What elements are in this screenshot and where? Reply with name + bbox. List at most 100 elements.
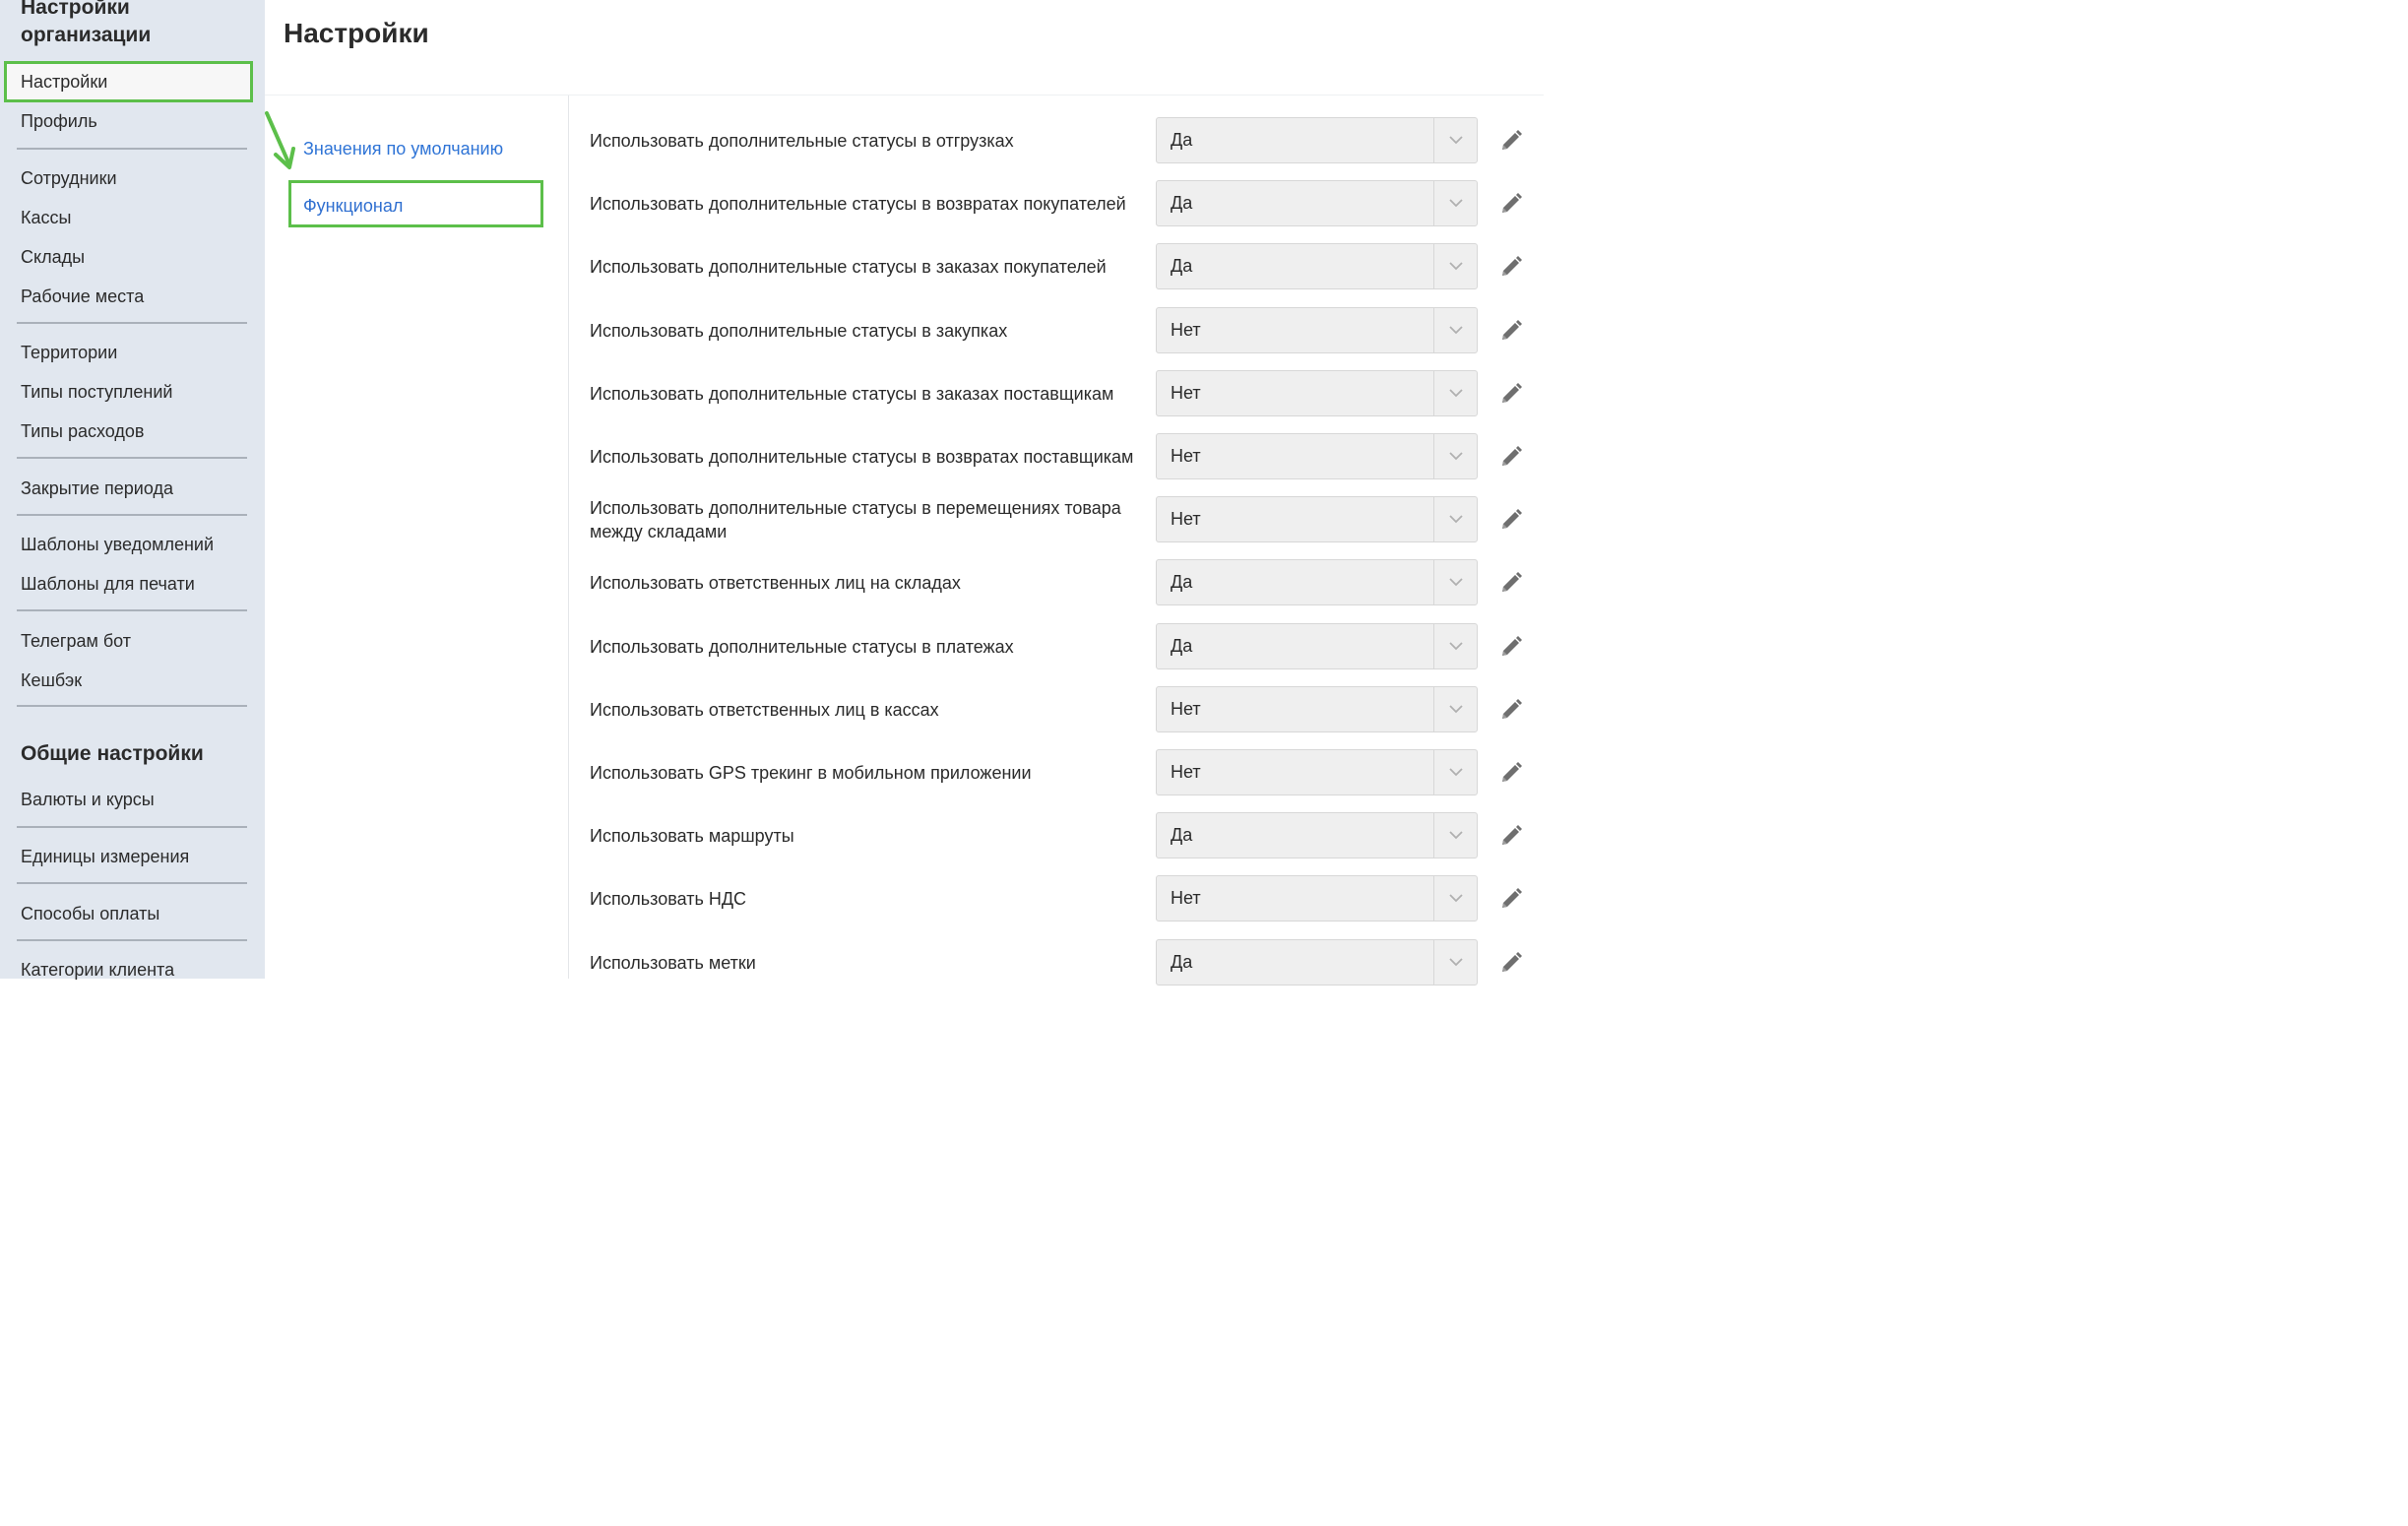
setting-select[interactable]: Да [1156, 938, 1478, 986]
pencil-icon[interactable] [1498, 697, 1524, 723]
setting-row: Использовать метки Да [569, 931, 1544, 994]
sidebar-item-units[interactable]: Единицы измерения [21, 846, 189, 867]
setting-select-value: Да [1171, 193, 1193, 214]
sidebar-item-telegram-bot[interactable]: Телеграм бот [21, 630, 131, 652]
sidebar-item-client-categories[interactable]: Категории клиента [21, 959, 174, 981]
setting-select[interactable]: Нет [1156, 306, 1478, 353]
setting-row: Использовать дополнительные статусы в за… [569, 362, 1544, 425]
sidebar-divider [17, 148, 247, 150]
setting-row: Использовать маршруты Да [569, 804, 1544, 867]
sidebar-item-territories[interactable]: Территории [21, 342, 117, 363]
pencil-icon[interactable] [1498, 570, 1524, 596]
pencil-icon[interactable] [1498, 507, 1524, 533]
select-separator [1433, 118, 1434, 162]
sidebar-divider [17, 882, 247, 884]
setting-label: Использовать дополнительные статусы в от… [590, 131, 1014, 151]
setting-select[interactable]: Да [1156, 243, 1478, 290]
pencil-icon[interactable] [1498, 254, 1524, 280]
setting-select[interactable]: Нет [1156, 369, 1478, 416]
subnav-functional-tab[interactable]: Функционал [288, 180, 543, 227]
subnav-defaults-link[interactable]: Значения по умолчанию [303, 139, 503, 159]
pencil-icon[interactable] [1498, 823, 1524, 849]
setting-select-value: Да [1171, 951, 1193, 972]
setting-select[interactable]: Нет [1156, 433, 1478, 479]
chevron-down-icon[interactable] [1448, 512, 1464, 526]
sidebar-item-warehouses[interactable]: Склады [21, 246, 85, 268]
select-separator [1433, 813, 1434, 858]
setting-row: Использовать ответственных лиц на склада… [569, 551, 1544, 614]
chevron-down-icon[interactable] [1448, 449, 1464, 463]
setting-select[interactable]: Да [1156, 622, 1478, 669]
setting-select[interactable]: Да [1156, 812, 1478, 859]
sidebar-divider [17, 609, 247, 611]
setting-label: Использовать GPS трекинг в мобильном при… [590, 763, 1032, 783]
setting-select[interactable]: Нет [1156, 875, 1478, 922]
chevron-down-icon[interactable] [1448, 955, 1464, 969]
select-separator [1433, 560, 1434, 605]
sidebar-item-currencies[interactable]: Валюты и курсы [21, 789, 155, 810]
chevron-down-icon[interactable] [1448, 196, 1464, 210]
chevron-down-icon[interactable] [1448, 323, 1464, 337]
sidebar-section-title: Общие настройки [21, 742, 204, 765]
pencil-icon[interactable] [1498, 760, 1524, 786]
sidebar-item-print-templates[interactable]: Шаблоны для печати [21, 573, 195, 595]
setting-label: Использовать дополнительные статусы в во… [590, 447, 1134, 467]
pencil-icon[interactable] [1498, 318, 1524, 344]
pencil-icon[interactable] [1498, 634, 1524, 660]
pencil-icon[interactable] [1498, 381, 1524, 407]
chevron-down-icon[interactable] [1448, 133, 1464, 147]
sidebar-item-workplaces[interactable]: Рабочие места [21, 286, 144, 307]
sidebar-item-expense-types[interactable]: Типы расходов [21, 420, 144, 442]
select-separator [1433, 307, 1434, 352]
select-separator [1433, 497, 1434, 542]
setting-select[interactable]: Да [1156, 117, 1478, 163]
sidebar-item-payment-methods[interactable]: Способы оплаты [21, 903, 159, 924]
setting-select-value: Нет [1171, 509, 1201, 530]
sidebar-divider [17, 939, 247, 941]
setting-select-value: Нет [1171, 446, 1201, 466]
setting-select[interactable]: Да [1156, 180, 1478, 227]
setting-select[interactable]: Нет [1156, 496, 1478, 543]
setting-row: Использовать дополнительные статусы в пл… [569, 615, 1544, 678]
chevron-down-icon[interactable] [1448, 702, 1464, 716]
sidebar-item-cashboxes[interactable]: Кассы [21, 207, 71, 228]
select-separator [1433, 686, 1434, 731]
sidebar-item-period-closing[interactable]: Закрытие периода [21, 477, 173, 499]
select-separator [1433, 244, 1434, 289]
setting-select[interactable]: Нет [1156, 749, 1478, 795]
setting-select-value: Да [1171, 572, 1193, 593]
setting-label: Использовать маршруты [590, 826, 794, 847]
setting-label: Использовать дополнительные статусы в за… [590, 383, 1114, 404]
select-separator [1433, 370, 1434, 415]
pencil-icon[interactable] [1498, 950, 1524, 976]
chevron-down-icon[interactable] [1448, 639, 1464, 653]
sidebar-item-cashback[interactable]: Кешбэк [21, 669, 82, 691]
sidebar-item-settings-label[interactable]: Настройки [21, 71, 107, 93]
select-separator [1433, 876, 1434, 922]
sidebar-divider [17, 514, 247, 516]
pencil-icon[interactable] [1498, 444, 1524, 470]
sidebar-divider [17, 826, 247, 828]
setting-label: Использовать дополнительные статусы в за… [590, 320, 1008, 341]
setting-row: Использовать НДС Нет [569, 867, 1544, 930]
pencil-icon[interactable] [1498, 886, 1524, 912]
pencil-icon[interactable] [1498, 128, 1524, 154]
chevron-down-icon[interactable] [1448, 828, 1464, 842]
sidebar-item-employees[interactable]: Сотрудники [21, 167, 117, 189]
sidebar-item-profile[interactable]: Профиль [21, 110, 97, 132]
sidebar-item-notification-templates[interactable]: Шаблоны уведомлений [21, 534, 214, 555]
chevron-down-icon[interactable] [1448, 891, 1464, 905]
chevron-down-icon[interactable] [1448, 259, 1464, 273]
setting-select[interactable]: Нет [1156, 685, 1478, 732]
chevron-down-icon[interactable] [1448, 386, 1464, 400]
setting-select-value: Да [1171, 256, 1193, 277]
chevron-down-icon[interactable] [1448, 575, 1464, 589]
setting-select-value: Да [1171, 635, 1193, 656]
setting-select[interactable]: Да [1156, 559, 1478, 606]
pencil-icon[interactable] [1498, 191, 1524, 217]
chevron-down-icon[interactable] [1448, 765, 1464, 779]
setting-label: Использовать НДС [590, 889, 747, 910]
setting-select-value: Нет [1171, 319, 1201, 340]
setting-select-value: Нет [1171, 698, 1201, 719]
sidebar-item-income-types[interactable]: Типы поступлений [21, 381, 172, 403]
